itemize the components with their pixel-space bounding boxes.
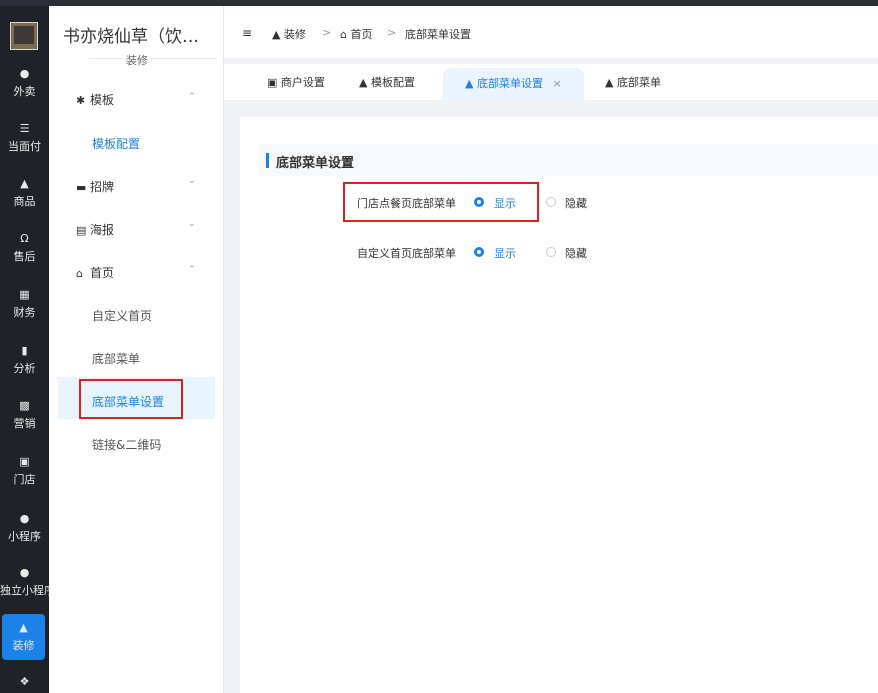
menu-group-home[interactable]: ⌂ 首页 (76, 264, 114, 281)
chevron-down-icon: ⌄ (188, 176, 196, 186)
bike-icon: ● (19, 67, 30, 80)
signboard-icon: ▬ (76, 181, 87, 194)
divider (89, 58, 217, 59)
sidebar-item-bottom-menu[interactable]: 底部菜单 (92, 350, 140, 367)
tab-close-icon[interactable]: × (552, 77, 561, 90)
radio-hide-store-order-menu[interactable] (546, 197, 556, 207)
nav-item-decorate[interactable]: ▲ 装修 (2, 614, 45, 660)
nav-item-analysis[interactable]: ▮ 分析 (0, 345, 49, 376)
decorate-icon: ▲ (19, 621, 28, 634)
highlight-box (79, 379, 183, 419)
radio-label-show[interactable]: 显示 (494, 245, 516, 261)
nav-item-standalone-miniprogram[interactable]: ●独立小程序 (0, 567, 49, 598)
sub-sidebar: 书亦烧仙草（饮… 装修 ✱ 模板 ⌃ 模板配置 ▬ 招牌 ⌄ ▤ 海报 ⌄ ⌂ 首页 ⌃… (49, 6, 224, 693)
gear-icon: ✱ (76, 94, 86, 107)
nav-item-aftersale[interactable]: Ω 售后 (0, 233, 49, 264)
store-subtitle: 装修 (123, 52, 151, 68)
chevron-up-icon: ⌃ (188, 265, 196, 275)
menu-group-signboard[interactable]: ▬ 招牌 (76, 178, 114, 195)
gift-icon: ▩ (19, 399, 30, 412)
form-label-custom-home-menu: 自定义首页底部菜单 (357, 247, 456, 260)
chart-icon: ▮ (21, 344, 28, 357)
title-bar-accent (266, 153, 269, 168)
chevron-down-icon: ⌄ (188, 219, 196, 229)
radio-show-custom-home-menu[interactable] (474, 247, 484, 257)
wechat-icon: ● (19, 512, 30, 525)
highlight-box (343, 182, 539, 222)
tab-bottom-menu-settings[interactable]: ▲ 底部菜单设置 × (443, 68, 584, 100)
menu-group-poster[interactable]: ▤ 海报 (76, 221, 114, 238)
tab-bottom-menu[interactable]: ▲ 底部菜单 (605, 74, 661, 90)
decorate-icon: ▲ (272, 28, 281, 41)
header-bar: ≡ ▲ 装修 > ⌂ 首页 > 底部菜单设置 (224, 6, 878, 59)
nav-item-marketing[interactable]: ▩ 营销 (0, 400, 49, 431)
section-title: 底部菜单设置 (276, 156, 355, 171)
store-icon: ▣ (19, 455, 30, 468)
sidebar-item-link-qrcode[interactable]: 链接&二维码 (92, 436, 161, 453)
breadcrumb-separator: > (387, 26, 397, 39)
sidebar-item-template-config[interactable]: 模板配置 (92, 135, 140, 152)
radio-label-hide[interactable]: 隐藏 (565, 245, 587, 261)
tab-template-config[interactable]: ▲ 模板配置 (359, 74, 415, 90)
tab-bar: ▣ 商户设置 ▲ 模板配置 ▲ 底部菜单设置 × ▲ 底部菜单 (224, 64, 878, 100)
decorate-icon: ▲ (359, 76, 368, 89)
sidebar-item-custom-home[interactable]: 自定义首页 (92, 307, 152, 324)
main-area: ≡ ▲ 装修 > ⌂ 首页 > 底部菜单设置 ▣ 商户设置 ▲ 模板配置 ▲ 底… (224, 6, 878, 693)
nav-item-pay[interactable]: ☰ 当面付 (0, 123, 49, 154)
home-icon: ⌂ (76, 267, 83, 280)
more-icon: ❖ (19, 675, 30, 688)
store-logo[interactable] (10, 22, 38, 50)
chevron-up-icon: ⌃ (188, 92, 196, 102)
poster-icon: ▤ (76, 224, 87, 237)
nav-item-miniprogram[interactable]: ● 小程序 (0, 513, 49, 544)
tab-merchant-settings[interactable]: ▣ 商户设置 (267, 74, 325, 90)
nav-item-goods[interactable]: ▲ 商品 (0, 178, 49, 209)
home-icon: ⌂ (340, 28, 347, 41)
breadcrumb-current: 底部菜单设置 (405, 28, 471, 41)
nav-item-takeout[interactable]: ● 外卖 (0, 68, 49, 99)
content-panel: 底部菜单设置 门店点餐页底部菜单 显示 隐藏 自定义首页底部菜单 显示 隐藏 (240, 117, 878, 693)
main-nav: ● 外卖 ☰ 当面付 ▲ 商品 Ω 售后 ▦ 财务 ▮ 分析 ▩ 营销 ▣ 门店 ● 小程序 ● 独… (0, 6, 49, 693)
finance-icon: ▦ (19, 288, 30, 301)
nav-item-store[interactable]: ▣ 门店 (0, 456, 49, 487)
decorate-icon: ▲ (605, 76, 614, 89)
menu-group-template[interactable]: ✱ 模板 (76, 91, 114, 108)
nav-item-more[interactable]: ❖ (0, 676, 49, 691)
breadcrumb-home[interactable]: ⌂ 首页 (340, 26, 372, 42)
goods-icon: ▲ (20, 177, 29, 190)
breadcrumb-decorate[interactable]: ▲ 装修 (272, 26, 306, 42)
collapse-menu-icon[interactable]: ≡ (242, 26, 252, 40)
nav-item-finance[interactable]: ▦ 财务 (0, 289, 49, 320)
headset-icon: Ω (20, 232, 29, 245)
list-icon: ☰ (19, 122, 30, 135)
link-icon: ● (19, 567, 30, 579)
store-name[interactable]: 书亦烧仙草（饮… (63, 22, 199, 47)
store-icon: ▣ (267, 76, 278, 89)
radio-label-hide[interactable]: 隐藏 (565, 195, 587, 211)
decorate-icon: ▲ (465, 77, 474, 90)
radio-hide-custom-home-menu[interactable] (546, 247, 556, 257)
breadcrumb-separator: > (322, 26, 332, 39)
section-header: 底部菜单设置 (258, 144, 878, 176)
